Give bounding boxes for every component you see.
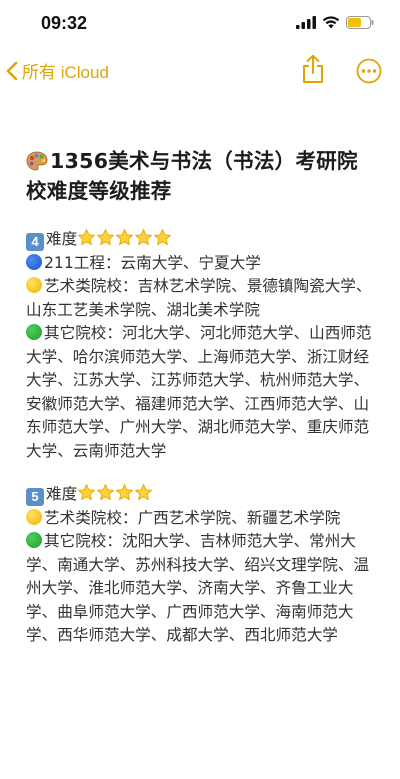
school-group: 其它院校：河北大学、河北师范大学、山西师范大学、哈尔滨师范大学、上海师范大学、浙… [26,322,378,463]
difficulty-sections: 4 难度 211工程：云南大学、宁夏大学 艺术类院校：吉林艺术学院、景德镇陶瓷大学、山… [26,228,378,648]
palette-icon [26,151,48,171]
blue-circle-icon [26,253,42,270]
wifi-icon [322,16,340,29]
star-icon [135,484,153,501]
star-icon [97,484,115,501]
back-label: 所有 iCloud [22,63,109,82]
school-group-text: 其它院校：沈阳大学、吉林师范大学、常州大学、南通大学、苏州科技大学、绍兴文理学院… [26,532,370,644]
yellow-circle-icon [26,277,42,293]
star-icon [135,229,153,246]
difficulty-heading: 5 难度 [26,483,378,507]
difficulty-label: 难度 [46,485,78,503]
school-group: 211工程：云南大学、宁夏大学 [26,252,378,276]
status-icons [296,16,374,29]
school-group: 艺术类院校：广西艺术学院、新疆艺术学院 [26,507,378,531]
star-icon [78,484,96,501]
share-icon[interactable] [300,54,326,84]
status-time: 09:32 [41,13,88,33]
school-group-text: 211工程：云南大学、宁夏大学 [44,253,261,272]
note-title: 1356美术与书法（书法）考研院校难度等级推荐 [26,146,378,206]
school-group-text: 其它院校：河北大学、河北师范大学、山西师范大学、哈尔滨师范大学、上海师范大学、浙… [26,324,372,460]
school-group: 艺术类院校：吉林艺术学院、景德镇陶瓷大学、山东工艺美术学院、湖北美术学院 [26,275,378,322]
battery-icon [346,16,374,29]
keycap-number-icon: 5 [26,488,44,506]
back-button[interactable]: 所有 iCloud [6,58,109,83]
note-title-text: 1356美术与书法（书法）考研院校难度等级推荐 [26,149,358,203]
star-icon [154,229,172,246]
chevron-left-icon [6,61,18,80]
status-bar: 09:32 [0,0,400,46]
difficulty-label: 难度 [46,230,78,248]
yellow-circle-icon [26,508,42,525]
star-icon [116,229,134,246]
star-icon [78,229,96,246]
green-circle-icon [26,532,42,548]
school-group-text: 艺术类院校：吉林艺术学院、景德镇陶瓷大学、山东工艺美术学院、湖北美术学院 [26,277,372,319]
star-icon [97,229,115,246]
star-icon [116,484,134,501]
cellular-signal-icon [296,16,316,29]
green-circle-icon [26,324,42,340]
note-body[interactable]: 1356美术与书法（书法）考研院校难度等级推荐 4 难度 211工程：云南大学、宁夏… [26,146,378,648]
difficulty-section: 5 难度 艺术类院校：广西艺术学院、新疆艺术学院 其它院校：沈阳大学、吉林师范大学、常… [26,483,378,648]
more-options-icon[interactable] [356,58,382,84]
navigation-bar: 所有 iCloud [0,52,400,92]
difficulty-heading: 4 难度 [26,228,378,252]
difficulty-section: 4 难度 211工程：云南大学、宁夏大学 艺术类院校：吉林艺术学院、景德镇陶瓷大学、山… [26,228,378,463]
keycap-number-icon: 4 [26,233,44,251]
school-group-text: 艺术类院校：广西艺术学院、新疆艺术学院 [44,508,341,527]
school-group: 其它院校：沈阳大学、吉林师范大学、常州大学、南通大学、苏州科技大学、绍兴文理学院… [26,530,378,648]
